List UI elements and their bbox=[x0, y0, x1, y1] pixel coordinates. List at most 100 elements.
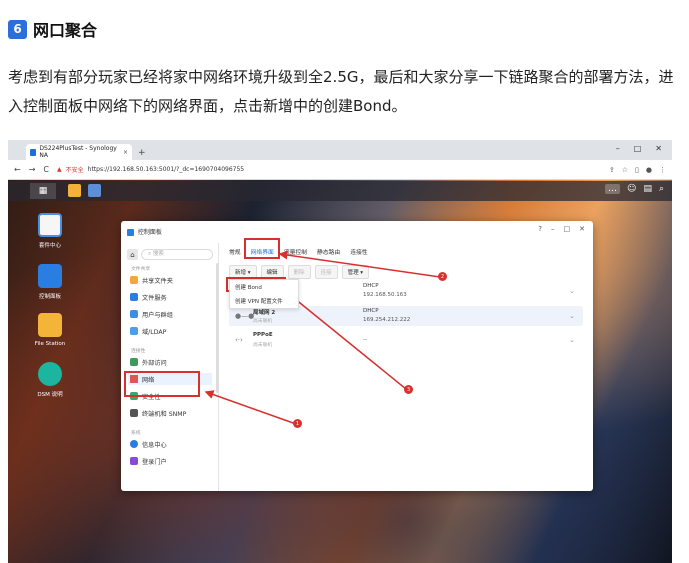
url-text: https://192.168.50.163:5001/?_dc=1690704… bbox=[87, 166, 245, 173]
user-icon[interactable]: ☺ bbox=[627, 184, 636, 194]
connect-button[interactable]: 连接 bbox=[314, 265, 338, 279]
minimize-button[interactable]: – bbox=[551, 225, 555, 233]
tab-connectivity[interactable]: 连接性 bbox=[350, 247, 367, 259]
desktop-icon-dsm-help[interactable]: DSM 说明 bbox=[26, 362, 74, 398]
highlight-network-interface-tab bbox=[244, 238, 280, 259]
interface-row-pppoe[interactable]: ‹·› PPPoE 尚未联机 -- ⌄ bbox=[229, 330, 583, 350]
warning-icon: ▲ bbox=[57, 166, 62, 173]
search-placeholder: 搜索 bbox=[152, 251, 164, 257]
reload-icon[interactable]: C bbox=[43, 165, 49, 174]
sidebar-icon[interactable]: ▯ bbox=[635, 166, 639, 174]
tab-close-icon[interactable]: × bbox=[123, 149, 128, 156]
domain-icon bbox=[130, 327, 138, 335]
browser-tab[interactable]: DS224PlusTest - Synology NA × bbox=[26, 144, 132, 160]
close-window-button[interactable]: ✕ bbox=[655, 144, 662, 153]
interface-name: 局域网 2 bbox=[253, 310, 276, 316]
bookmark-star-icon[interactable]: ☆ bbox=[622, 166, 628, 174]
sidebar-group: 文件共享 bbox=[131, 267, 151, 272]
interface-status: 尚未联机 bbox=[253, 343, 273, 348]
taskbar-app-icon[interactable] bbox=[68, 184, 81, 197]
interface-status: 尚未联机 bbox=[253, 319, 273, 324]
menu-icon[interactable]: ⋮ bbox=[659, 166, 666, 174]
control-panel-icon bbox=[38, 264, 62, 288]
sidebar-scrollbar[interactable] bbox=[216, 263, 219, 393]
chevron-down-icon[interactable]: ⌄ bbox=[569, 287, 575, 295]
sidebar-item-label: 用户与群组 bbox=[142, 311, 173, 319]
main-menu-grid-icon[interactable]: ▦ bbox=[30, 183, 56, 199]
widgets-icon[interactable]: ▤ bbox=[643, 184, 652, 194]
network-panel: 常规 网络界面 流量控制 静态路由 连接性 新增 ▾ 编辑 删除 连接 管理 ▾… bbox=[225, 243, 587, 483]
interface-ip: 169.254.212.222 bbox=[363, 317, 411, 323]
interface-row-lan2[interactable]: ●—● 局域网 2 尚未联机 DHCP 169.254.212.222 ⌄ bbox=[229, 306, 583, 326]
profile-icon[interactable]: ● bbox=[646, 166, 652, 174]
info-icon bbox=[130, 440, 138, 448]
chevron-down-icon[interactable]: ⌄ bbox=[569, 336, 575, 344]
folder-icon bbox=[130, 276, 138, 284]
create-vpn-profile-menu-item[interactable]: 创建 VPN 配置文件 bbox=[230, 294, 298, 308]
forward-icon[interactable]: → bbox=[29, 165, 36, 174]
file-services-icon bbox=[130, 293, 138, 301]
manage-button[interactable]: 管理 ▾ bbox=[341, 265, 370, 279]
chevron-down-icon[interactable]: ⌄ bbox=[569, 312, 575, 320]
address-bar: ← → C ▲ 不安全 https://192.168.50.163:5001/… bbox=[8, 160, 672, 180]
desktop-icon-label: DSM 说明 bbox=[37, 392, 63, 398]
search-icon[interactable]: ⌕ bbox=[659, 184, 664, 194]
interface-ip: 192.168.50.163 bbox=[363, 292, 407, 298]
dsm-taskbar: ▦ … ☺ ▤ ⌕ bbox=[8, 181, 672, 201]
interface-type: DHCP bbox=[363, 308, 379, 314]
desktop-icon-label: 套件中心 bbox=[38, 243, 61, 249]
synology-icon bbox=[30, 148, 37, 156]
sidebar-item-info-center[interactable]: 信息中心 bbox=[128, 438, 212, 450]
tab-traffic-control[interactable]: 流量控制 bbox=[284, 247, 307, 259]
desktop-icon-file-station[interactable]: File Station bbox=[26, 313, 74, 347]
sidebar-item-label: 共享文件夹 bbox=[142, 277, 173, 285]
window-controls: ? – □ ✕ bbox=[538, 225, 585, 233]
desktop-icon-control-panel[interactable]: 控制面板 bbox=[26, 264, 74, 300]
delete-button[interactable]: 删除 bbox=[287, 265, 311, 279]
sidebar-item-label: 文件服务 bbox=[142, 294, 167, 302]
sidebar-item-domain[interactable]: 域/LDAP bbox=[128, 325, 212, 337]
chat-icon[interactable]: … bbox=[605, 184, 621, 194]
sidebar-item-users[interactable]: 用户与群组 bbox=[128, 308, 212, 320]
embedded-screenshot: DS224PlusTest - Synology NA × + – □ ✕ ← … bbox=[8, 140, 672, 563]
back-icon[interactable]: ← bbox=[14, 165, 21, 174]
tab-general[interactable]: 常规 bbox=[229, 247, 241, 259]
package-center-icon bbox=[38, 213, 62, 237]
search-input[interactable]: ⌕ 搜索 bbox=[141, 249, 213, 260]
maximize-button[interactable]: □ bbox=[634, 144, 642, 153]
section-header: 6 网口聚合 bbox=[8, 17, 97, 41]
insecure-label: 不安全 bbox=[65, 167, 84, 174]
interface-name: PPPoE bbox=[253, 332, 273, 338]
close-button[interactable]: ✕ bbox=[579, 225, 585, 233]
taskbar-control-panel-icon[interactable] bbox=[88, 184, 101, 197]
external-access-icon bbox=[130, 358, 138, 366]
share-icon[interactable]: ⇪ bbox=[609, 166, 615, 174]
sidebar-item-external-access[interactable]: 外部访问 bbox=[128, 356, 212, 368]
sidebar-item-login-portal[interactable]: 登录门户 bbox=[128, 455, 212, 467]
sidebar: ⌂ ⌕ 搜索 文件共享 共享文件夹 文件服务 用户与群组 域/LDAP 连接性 bbox=[121, 243, 219, 491]
section-number-badge: 6 bbox=[8, 19, 27, 39]
pppoe-icon: ‹·› bbox=[235, 336, 243, 344]
browser-actions: ⇪ ☆ ▯ ● ⋮ bbox=[609, 166, 666, 174]
new-tab-button[interactable]: + bbox=[138, 148, 146, 158]
step-badge: 2 bbox=[438, 272, 447, 281]
tab-static-route[interactable]: 静态路由 bbox=[317, 247, 340, 259]
help-button[interactable]: ? bbox=[538, 225, 542, 233]
section-title: 网口聚合 bbox=[33, 21, 98, 40]
minimize-button[interactable]: – bbox=[616, 144, 620, 153]
article-paragraph: 考虑到有部分玩家已经将家中网络环境升级到全2.5G，最后和大家分享一下链路聚合的… bbox=[8, 68, 674, 115]
sidebar-item-file-services[interactable]: 文件服务 bbox=[128, 291, 212, 303]
url-field[interactable]: ▲ 不安全 https://192.168.50.163:5001/?_dc=1… bbox=[57, 165, 244, 174]
maximize-button[interactable]: □ bbox=[564, 225, 571, 233]
sidebar-item-terminal-snmp[interactable]: 终端机和 SNMP bbox=[128, 407, 212, 419]
new-dropdown-menu: 创建 Bond 创建 VPN 配置文件 bbox=[229, 279, 299, 309]
home-icon[interactable]: ⌂ bbox=[127, 249, 138, 260]
sidebar-item-label: 登录门户 bbox=[142, 458, 167, 466]
desktop-icon-package-center[interactable]: 套件中心 bbox=[26, 213, 74, 249]
highlight-network-item bbox=[124, 371, 200, 397]
tab-title: DS224PlusTest - Synology NA bbox=[39, 145, 117, 159]
sidebar-item-shared-folder[interactable]: 共享文件夹 bbox=[128, 274, 212, 286]
create-bond-menu-item[interactable]: 创建 Bond bbox=[230, 280, 298, 294]
interface-ip: -- bbox=[363, 337, 367, 343]
sidebar-item-label: 域/LDAP bbox=[142, 328, 167, 336]
